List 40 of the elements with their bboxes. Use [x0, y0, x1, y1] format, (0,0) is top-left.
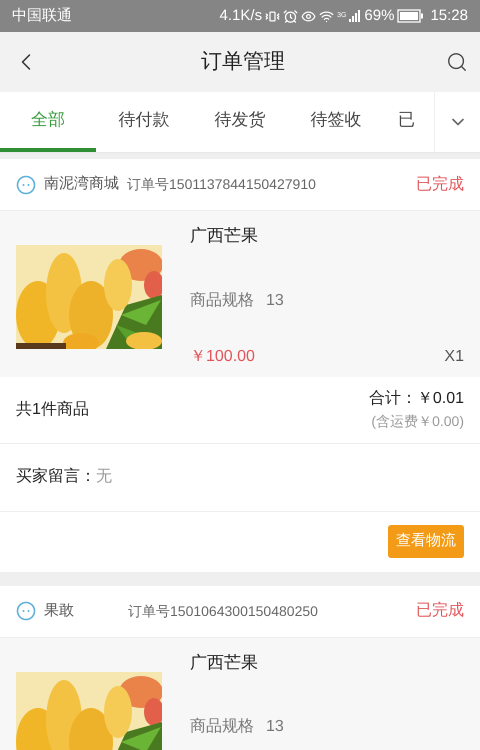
bubble-icon — [16, 174, 36, 194]
spec-label: 商品规格 — [190, 716, 254, 737]
message-value: 无 — [96, 467, 112, 487]
page-title: 订单管理 — [201, 49, 285, 76]
alarm-icon — [283, 8, 298, 24]
order-tab[interactable]: 待付款 — [96, 92, 192, 152]
order-tab[interactable]: 已 — [384, 92, 429, 152]
order-tab[interactable]: 待签收 — [288, 92, 384, 152]
message-label: 买家留言： — [16, 466, 96, 487]
item-count: 共1件商品 — [16, 400, 89, 420]
order-status: 已完成 — [416, 174, 464, 194]
spec-value: 13 — [266, 717, 284, 737]
spec-label: 商品规格 — [190, 290, 254, 310]
order-tab[interactable]: 待发货 — [192, 92, 288, 152]
product-name: 广西芒果 — [190, 225, 258, 247]
battery-level: 69% — [364, 6, 394, 26]
carrier-name: 中国联通 — [12, 6, 72, 26]
spec-value: 13 — [266, 290, 284, 310]
eye-icon — [301, 8, 316, 24]
order-tab[interactable]: 全部 — [0, 92, 96, 152]
product-card[interactable]: 广西芒果 商品规格 13 ￥100.00 X1 — [0, 211, 480, 376]
order-number: 订单号1501064300150480250 — [128, 602, 318, 620]
bubble-icon — [16, 601, 36, 621]
shipping-fee: (含运费￥0.00) — [371, 412, 464, 431]
product-quantity: X1 — [444, 346, 464, 366]
order-status: 已完成 — [416, 600, 464, 621]
product-name: 广西芒果 — [190, 652, 258, 674]
search-icon[interactable] — [446, 51, 468, 73]
battery-icon — [397, 9, 424, 23]
order-number: 订单号1501137844150427910 — [127, 175, 316, 194]
signal-icon — [349, 10, 362, 22]
vibrate-icon — [265, 8, 280, 24]
product-card[interactable]: 广西芒果 商品规格 13 — [0, 638, 480, 750]
shop-name[interactable]: 果敢 — [44, 600, 120, 622]
wifi-icon — [319, 8, 334, 24]
order-total: 合计：￥0.01 — [368, 388, 464, 409]
clock-time: 15:28 — [430, 6, 468, 26]
network-speed: 4.1K/s — [220, 6, 262, 26]
product-price: ￥100.00 — [190, 346, 255, 366]
shop-name[interactable]: 南泥湾商城 — [44, 173, 119, 196]
